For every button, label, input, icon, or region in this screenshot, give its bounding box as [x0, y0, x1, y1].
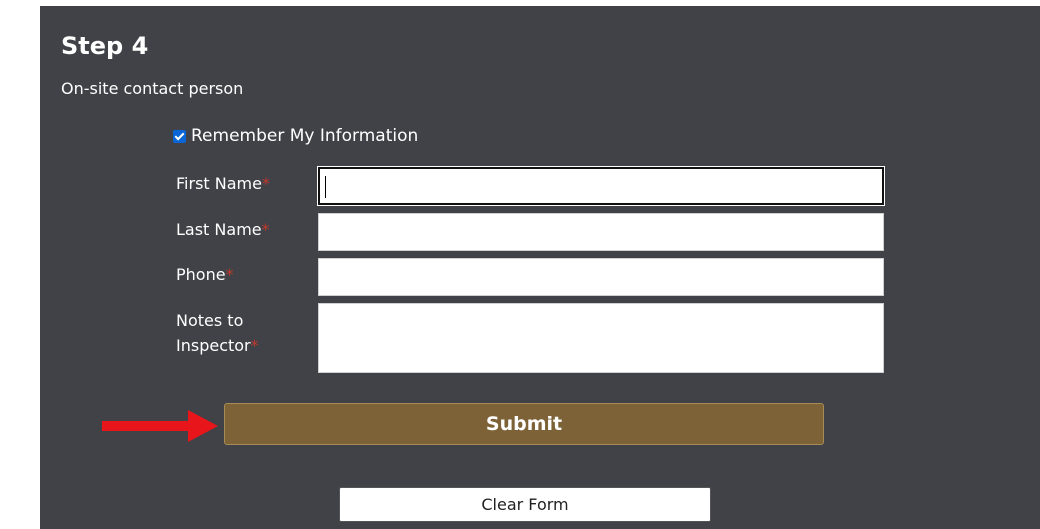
required-mark: *	[261, 220, 270, 239]
first-name-label-text: First Name	[176, 174, 262, 193]
notes-label-line1: Notes to	[176, 311, 244, 330]
required-mark: *	[225, 265, 234, 284]
notes-label: Notes to Inspector*	[176, 308, 259, 358]
clear-form-button[interactable]: Clear Form	[339, 487, 711, 522]
red-arrow-right-icon	[102, 410, 218, 442]
text-caret	[325, 176, 326, 198]
notes-textarea[interactable]	[318, 303, 884, 373]
phone-input[interactable]	[318, 258, 884, 296]
phone-label: Phone*	[176, 262, 234, 287]
remember-info-label: Remember My Information	[191, 126, 419, 146]
last-name-label: Last Name*	[176, 217, 270, 242]
form-panel: Step 4 On-site contact person Remember M…	[40, 6, 1040, 529]
required-mark: *	[250, 336, 259, 355]
phone-label-text: Phone	[176, 265, 226, 284]
step-title: Step 4	[61, 32, 149, 60]
first-name-label: First Name*	[176, 171, 270, 196]
notes-label-line2: Inspector	[176, 336, 251, 355]
last-name-input[interactable]	[318, 213, 884, 251]
first-name-input[interactable]	[317, 166, 885, 206]
step-subtitle: On-site contact person	[61, 79, 244, 98]
submit-button[interactable]: Submit	[224, 403, 824, 445]
checkbox-checked-icon[interactable]	[173, 129, 186, 143]
remember-info-checkbox[interactable]: Remember My Information	[173, 126, 418, 146]
required-mark: *	[261, 174, 270, 193]
last-name-label-text: Last Name	[176, 220, 262, 239]
